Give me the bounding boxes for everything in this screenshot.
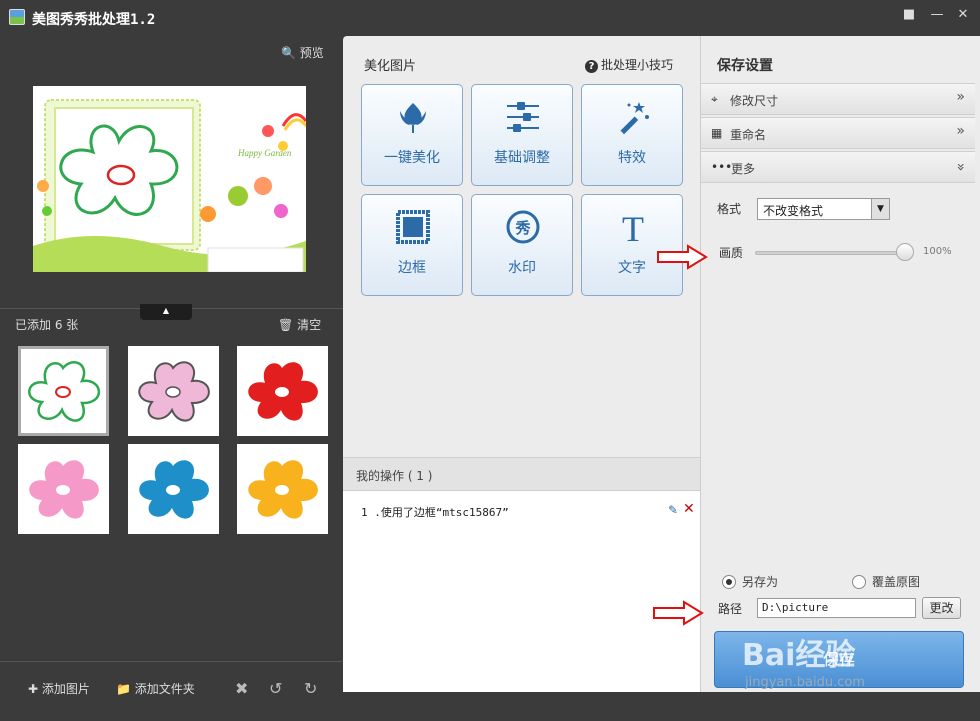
rotate-left-icon[interactable]: ↺ — [269, 679, 282, 698]
thumbnail-5[interactable] — [128, 444, 219, 534]
overwrite-radio[interactable]: 覆盖原图 — [852, 573, 920, 590]
thumbnail-flower — [248, 460, 318, 519]
folder-icon: 📁 — [116, 682, 131, 696]
thumbnail-1[interactable] — [18, 346, 109, 436]
crop-icon: ⌖ — [711, 92, 718, 106]
thumbnail-4[interactable] — [18, 444, 109, 534]
preview-icon: 🔍 — [281, 46, 296, 60]
annotation-arrow — [653, 600, 704, 626]
preview-button[interactable]: 🔍 预览 — [281, 44, 324, 61]
my-operations-header: 我的操作 ( 1 ) — [343, 457, 700, 491]
more-icon: ••• — [711, 160, 733, 174]
baidu-watermark: Bai经验 — [742, 638, 856, 673]
tool-label: 一键美化 — [384, 150, 440, 166]
my-operations-title: 我的操作 ( 1 ) — [356, 469, 433, 483]
thumbnail-2[interactable] — [128, 346, 219, 436]
window-title: 美图秀秀批处理1.2 — [32, 12, 156, 28]
title-bar: 美图秀秀批处理1.2 ■ — ✕ — [0, 0, 980, 36]
thumbnail-flower — [248, 362, 318, 421]
tool-label: 基础调整 — [494, 150, 550, 166]
preview-graphic: Happy Garden — [33, 86, 306, 272]
remove-icon[interactable]: ✖ — [235, 679, 248, 698]
beautify-title: 美化图片 — [364, 59, 417, 74]
caret-up-icon: ▲ — [162, 306, 170, 315]
format-value: 不改变格式 — [763, 204, 824, 218]
add-image-button[interactable]: ✚ 添加图片 — [28, 680, 90, 697]
preview-image: Happy Garden — [33, 86, 306, 272]
quality-slider[interactable] — [755, 251, 913, 255]
quality-slider-handle[interactable] — [896, 243, 914, 261]
trash-icon: 🗑 — [278, 318, 294, 332]
frame-icon — [396, 210, 430, 244]
save-settings-panel: 保存设置 ⌖ 修改尺寸 » ▦ 重命名 » ••• 更多 » 格式 不改变格式 ▼ 画质 10… — [700, 36, 980, 692]
thumbnail-flower — [28, 361, 101, 422]
tool-label: 边框 — [398, 260, 426, 276]
basic-adjust-button[interactable]: 基础调整 — [471, 84, 573, 186]
tips-link[interactable]: ? 批处理小技巧 — [585, 56, 673, 73]
section-label: 修改尺寸 — [730, 94, 779, 108]
text-icon: T — [622, 209, 644, 245]
my-operations-list: 1 .使用了边框“mtsc15867” ✎ ✕ — [343, 491, 700, 692]
clear-button[interactable]: 🗑 清空 — [278, 316, 321, 333]
thumbnail-flower — [138, 361, 210, 422]
radio-icon — [852, 575, 866, 589]
rename-icon: ▦ — [711, 126, 723, 140]
section-label: 更多 — [731, 162, 756, 176]
beautify-panel: 美化图片 ? 批处理小技巧 一键美化 基础调整 特效 边框 秀 水印 T 文字 我… — [343, 36, 700, 692]
quality-label: 画质 — [719, 246, 744, 260]
radio-checked-icon — [722, 575, 736, 589]
left-toolbar: ✚ 添加图片 📁 添加文件夹 ✖ ↺ ↻ — [0, 661, 343, 721]
more-section[interactable]: ••• 更多 » — [701, 151, 975, 183]
delete-icon[interactable]: ✕ — [683, 501, 695, 517]
watermark-button[interactable]: 秀 水印 — [471, 194, 573, 296]
collapse-toggle[interactable]: ▲ — [140, 304, 192, 320]
close-button[interactable]: ✕ — [953, 6, 973, 24]
edit-icon[interactable]: ✎ — [668, 503, 678, 517]
thumbnail-6[interactable] — [237, 444, 328, 534]
magic-wand-icon — [620, 102, 649, 135]
path-input[interactable]: D:\picture — [757, 598, 916, 618]
dropdown-arrow-icon: ▼ — [871, 199, 889, 219]
sliders-icon — [507, 102, 539, 132]
baidu-watermark-url: jingyan.baidu.com — [745, 675, 865, 690]
tool-label: 特效 — [618, 150, 646, 166]
path-label: 路径 — [718, 602, 743, 616]
rotate-right-icon[interactable]: ↻ — [304, 679, 317, 698]
change-path-button[interactable]: 更改 — [922, 597, 961, 619]
svg-text:秀: 秀 — [514, 219, 531, 237]
tool-label: 水印 — [508, 260, 536, 276]
minimize-button[interactable]: — — [927, 6, 947, 24]
frame-button[interactable]: 边框 — [361, 194, 463, 296]
save-as-radio[interactable]: 另存为 — [722, 573, 778, 590]
feedback-icon[interactable]: ■ — [899, 6, 919, 24]
help-icon: ? — [585, 60, 598, 73]
format-select[interactable]: 不改变格式 ▼ — [757, 198, 890, 220]
chevron-right-icon: » — [956, 123, 965, 139]
rename-section[interactable]: ▦ 重命名 » — [701, 117, 975, 149]
save-settings-title: 保存设置 — [717, 58, 773, 74]
app-icon — [9, 9, 25, 25]
watermark-icon: 秀 — [506, 210, 540, 244]
plus-icon: ✚ — [28, 682, 39, 696]
thumbnail-3[interactable] — [237, 346, 328, 436]
annotation-arrow — [657, 244, 708, 270]
quality-value: 100% — [923, 246, 952, 257]
resize-section[interactable]: ⌖ 修改尺寸 » — [701, 83, 975, 115]
format-label: 格式 — [717, 202, 742, 216]
list-item: 1 .使用了边框“mtsc15867” — [361, 506, 509, 519]
thumbnail-flower — [29, 460, 99, 519]
svg-text:T: T — [622, 209, 644, 245]
chevron-right-icon: » — [956, 89, 965, 105]
left-panel: 🔍 预览 Happy Garden ▲ 已添加 6 张 🗑 清空 ✚ 添加图片 … — [0, 36, 343, 721]
one-click-beautify-button[interactable]: 一键美化 — [361, 84, 463, 186]
add-folder-button[interactable]: 📁 添加文件夹 — [116, 680, 195, 697]
thumbnail-flower — [139, 460, 209, 519]
chevron-down-icon: » — [952, 162, 969, 172]
effects-button[interactable]: 特效 — [581, 84, 683, 186]
tulip-icon — [400, 103, 426, 133]
section-label: 重命名 — [730, 128, 767, 142]
added-count: 已添加 6 张 — [15, 318, 79, 332]
